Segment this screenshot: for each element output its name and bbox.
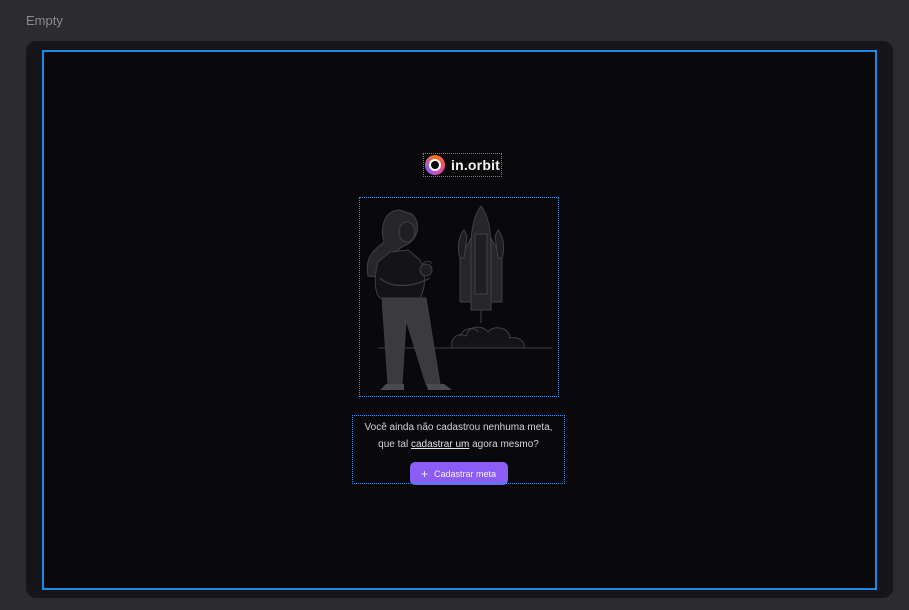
rocket-woman-illustration (366, 205, 552, 390)
message-prefix: que tal (378, 439, 411, 450)
brand-name: in.orbit (451, 157, 501, 173)
message-suffix: agora mesmo? (469, 439, 539, 450)
plus-icon: + (420, 466, 428, 481)
orbit-logo-icon (425, 155, 445, 175)
create-goal-button-label: Cadastrar meta (433, 468, 497, 479)
launch-illustration (359, 197, 559, 397)
empty-state-message: Você ainda não cadastrou nenhuma meta, q… (353, 419, 564, 453)
frame-container: in.orbit Você ainda não cadastrou nenhum… (26, 41, 893, 598)
empty-state-cta: Você ainda não cadastrou nenhuma meta, q… (352, 415, 565, 485)
frame-label[interactable]: Empty (26, 13, 63, 28)
message-line-1: Você ainda não cadastrou nenhuma meta, (364, 422, 553, 433)
create-goal-button[interactable]: + Cadastrar meta (409, 462, 508, 485)
create-goal-link[interactable]: cadastrar um (411, 439, 469, 450)
brand-logo: in.orbit (422, 153, 503, 177)
empty-state-canvas: in.orbit Você ainda não cadastrou nenhum… (42, 50, 877, 590)
